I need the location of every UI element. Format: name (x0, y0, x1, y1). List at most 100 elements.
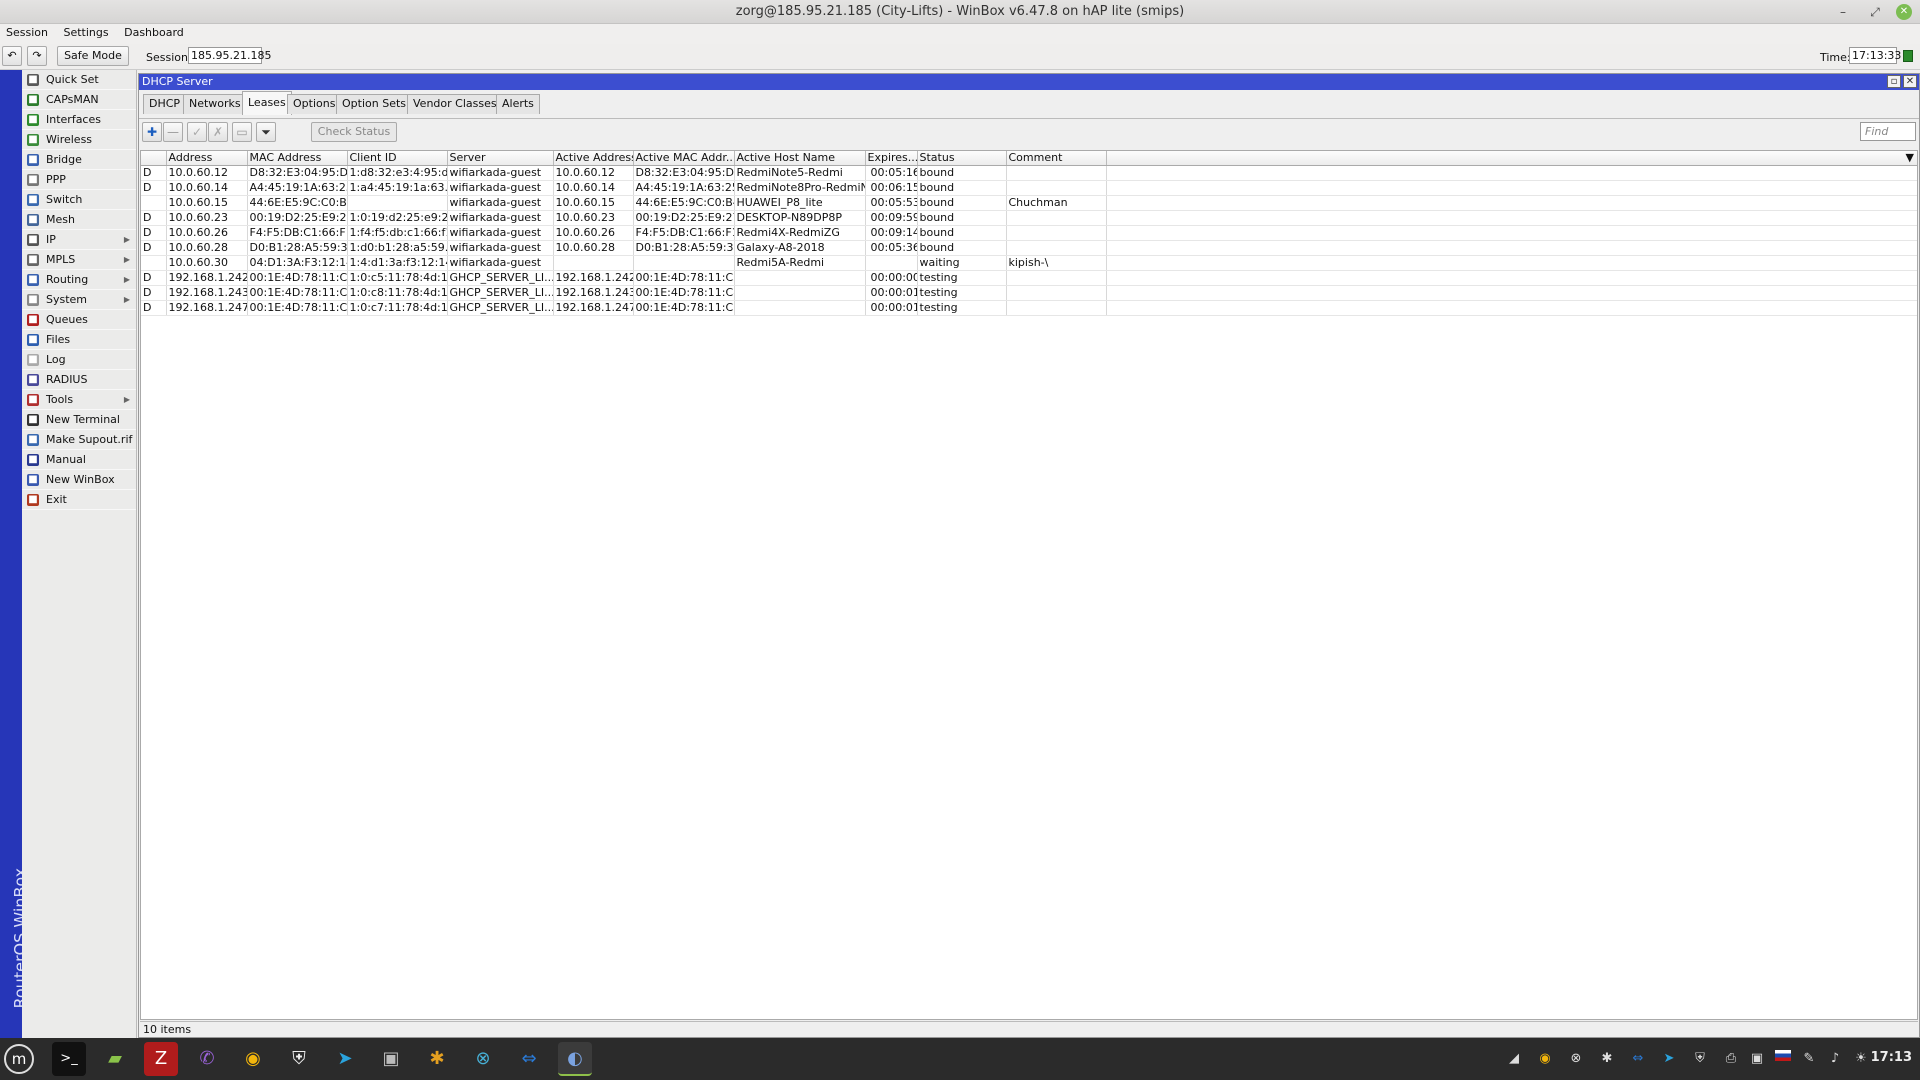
xmind-tray-icon[interactable]: ⊗ (1567, 1050, 1585, 1068)
sidebar-item-manual[interactable]: ■ Manual (22, 450, 136, 470)
menu-session[interactable]: Session (0, 24, 54, 39)
menu-settings[interactable]: Settings (57, 24, 114, 39)
table-row[interactable]: D 192.168.1.242 00:1E:4D:78:11:C5 1:0:c5:11… (141, 270, 1917, 286)
add-button[interactable]: ✚ (142, 122, 162, 142)
sidebar-item-mpls[interactable]: ■ MPLS ▶ (22, 250, 136, 270)
sidebar-item-ip[interactable]: ■ IP ▶ (22, 230, 136, 250)
menu-icon[interactable]: m (4, 1044, 34, 1074)
sidebar-item-new-terminal[interactable]: ■ New Terminal (22, 410, 136, 430)
viber-icon[interactable]: ✆ (190, 1042, 224, 1076)
sidebar-item-interfaces[interactable]: ■ Interfaces (22, 110, 136, 130)
network-icon[interactable]: ◢ (1505, 1050, 1523, 1068)
shield-tray-icon[interactable]: ⛨ (1691, 1050, 1709, 1068)
table-row[interactable]: D 192.168.1.243 00:1E:4D:78:11:C8 1:0:c8:11… (141, 285, 1917, 301)
sidebar-item-new-winbox[interactable]: ■ New WinBox (22, 470, 136, 490)
sidebar-item-system[interactable]: ■ System ▶ (22, 290, 136, 310)
column-header[interactable]: MAC Address (247, 151, 348, 166)
column-header[interactable]: Address (166, 151, 248, 166)
sidebar-item-capsman[interactable]: ■ CAPsMAN (22, 90, 136, 110)
tab-options[interactable]: Options (287, 94, 342, 114)
maximize-icon[interactable]: ▫ (1887, 75, 1901, 88)
teamviewer-tray-icon[interactable]: ⇔ (1629, 1050, 1647, 1068)
tab-leases[interactable]: Leases (242, 91, 292, 115)
sidebar-item-queues[interactable]: ■ Queues (22, 310, 136, 330)
column-header[interactable]: Comment (1006, 151, 1107, 166)
telegram-icon[interactable]: ➤ (328, 1042, 362, 1076)
sidebar-item-log[interactable]: ■ Log (22, 350, 136, 370)
table-row[interactable]: D 10.0.60.14 A4:45:19:1A:63:25 1:a4:45:19:1… (141, 180, 1917, 196)
window-close-icon[interactable]: ✕ (1903, 75, 1917, 88)
undo-button[interactable]: ↶ (2, 46, 22, 66)
remove-button[interactable]: — (163, 122, 183, 142)
column-header[interactable]: Server (447, 151, 554, 166)
winbox-icon[interactable]: ▣ (374, 1042, 408, 1076)
sidebar-item-quick-set[interactable]: ■ Quick Set (22, 70, 136, 90)
sidebar-item-switch[interactable]: ■ Switch (22, 190, 136, 210)
menu-dashboard[interactable]: Dashboard (118, 24, 190, 39)
printer-icon[interactable]: ⎙ (1722, 1050, 1740, 1068)
tab-option-sets[interactable]: Option Sets (336, 94, 413, 114)
session-field[interactable]: 185.95.21.185 (188, 47, 271, 64)
sidebar-item-tools[interactable]: ■ Tools ▶ (22, 390, 136, 410)
check-status-button[interactable]: Check Status (311, 122, 397, 142)
comment-button[interactable]: ▭ (232, 122, 252, 142)
sidebar-item-make-supout-rif[interactable]: ■ Make Supout.rif (22, 430, 136, 450)
terminal-icon[interactable]: >_ (52, 1042, 86, 1076)
chrome-icon[interactable]: ◉ (236, 1042, 270, 1076)
battery-icon[interactable]: ▣ (1748, 1050, 1766, 1068)
restore-icon[interactable]: ⤢ (1866, 3, 1884, 21)
table-row[interactable]: 10.0.60.15 44:6E:E5:9C:C0:B4 wifiarkada-gu… (141, 195, 1917, 211)
safe-mode-button[interactable]: Safe Mode (57, 46, 129, 66)
tab-vendor-classes[interactable]: Vendor Classes (407, 94, 503, 114)
sidebar-item-files[interactable]: ■ Files (22, 330, 136, 350)
pen-icon[interactable]: ✎ (1800, 1050, 1818, 1068)
tab-dhcp[interactable]: DHCP (143, 94, 187, 114)
music-icon[interactable]: ♪ (1826, 1050, 1844, 1068)
redo-button[interactable]: ↷ (27, 46, 47, 66)
sidebar-item-radius[interactable]: ■ RADIUS (22, 370, 136, 390)
find-input[interactable]: Find (1860, 122, 1916, 141)
table-row[interactable]: D 10.0.60.28 D0:B1:28:A5:59:37 1:d0:b1:28:a… (141, 240, 1917, 256)
tab-alerts[interactable]: Alerts (496, 94, 540, 114)
table-row[interactable]: D 10.0.60.12 D8:32:E3:04:95:DD 1:d8:32:e3:4… (141, 165, 1917, 181)
minimize-icon[interactable]: – (1834, 3, 1852, 21)
tab-networks[interactable]: Networks (183, 94, 247, 114)
table-cell: 192.168.1.242 (166, 270, 248, 286)
sidebar-item-mesh[interactable]: ■ Mesh (22, 210, 136, 230)
column-header[interactable]: Status (917, 151, 1007, 166)
winbox-active-icon[interactable]: ◐ (558, 1042, 592, 1076)
sidebar-item-ppp[interactable]: ■ PPP (22, 170, 136, 190)
filezilla-icon[interactable]: Z (144, 1042, 178, 1076)
column-header[interactable]: Active Host Name (734, 151, 866, 166)
slack-icon[interactable]: ✱ (420, 1042, 454, 1076)
keyboard-layout-icon[interactable] (1774, 1050, 1792, 1068)
brightness-icon[interactable]: ☀ (1852, 1050, 1870, 1068)
sidebar-item-bridge[interactable]: ■ Bridge (22, 150, 136, 170)
clock[interactable]: 17:13 (1871, 1050, 1912, 1065)
close-icon[interactable]: ✕ (1896, 4, 1912, 20)
files-icon[interactable]: ▰ (98, 1042, 132, 1076)
xmind-icon[interactable]: ⊗ (466, 1042, 500, 1076)
filter-button[interactable]: ⏷ (256, 122, 276, 142)
table-row[interactable]: D 10.0.60.26 F4:F5:DB:C1:66:F1 1:f4:f5:db:c… (141, 225, 1917, 241)
column-header[interactable]: Client ID (347, 151, 448, 166)
column-header[interactable]: Active MAC Addr... (633, 151, 735, 166)
column-header[interactable]: Active Address (553, 151, 634, 166)
enable-button[interactable]: ✓ (187, 122, 207, 142)
sidebar-item-exit[interactable]: ■ Exit (22, 490, 136, 510)
table-cell (347, 195, 448, 211)
shield-icon[interactable]: ⛨ (282, 1042, 316, 1076)
slack-tray-icon[interactable]: ✱ (1598, 1050, 1616, 1068)
sidebar-item-routing[interactable]: ■ Routing ▶ (22, 270, 136, 290)
chrome-tray-icon[interactable]: ◉ (1536, 1050, 1554, 1068)
column-header[interactable]: Expires... (865, 151, 918, 166)
table-row[interactable]: 10.0.60.30 04:D1:3A:F3:12:14 1:4:d1:3a:f3:… (141, 255, 1917, 271)
teamviewer-icon[interactable]: ⇔ (512, 1042, 546, 1076)
column-chooser[interactable]: ▼ (1106, 151, 1917, 166)
column-header[interactable] (141, 151, 167, 166)
disable-button[interactable]: ✗ (208, 122, 228, 142)
table-row[interactable]: D 10.0.60.23 00:19:D2:25:E9:27 1:0:19:d2:25… (141, 210, 1917, 226)
sidebar-item-wireless[interactable]: ■ Wireless (22, 130, 136, 150)
telegram-tray-icon[interactable]: ➤ (1660, 1050, 1678, 1068)
table-row[interactable]: D 192.168.1.247 00:1E:4D:78:11:C7 1:0:c7:11… (141, 300, 1917, 316)
